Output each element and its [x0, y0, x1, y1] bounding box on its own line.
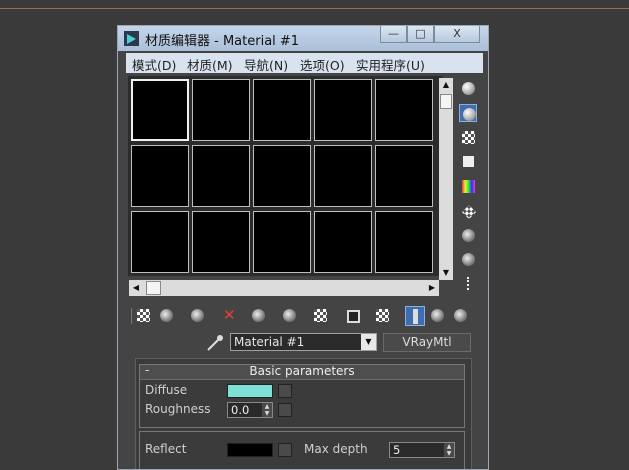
window-title: 材质编辑器 - Material #1 [145, 34, 300, 49]
sample-slot-14[interactable] [314, 211, 372, 273]
sample-slot-7[interactable] [192, 145, 250, 207]
go-forward-to-sibling-icon[interactable] [451, 306, 471, 326]
video-color-check-icon[interactable] [459, 177, 477, 195]
get-material-icon[interactable] [134, 306, 154, 326]
sample-slot-3[interactable] [253, 79, 311, 141]
sample-slot-2[interactable] [192, 79, 250, 141]
assign-to-selection-icon[interactable] [188, 306, 208, 326]
put-to-scene-icon[interactable] [157, 306, 177, 326]
chevron-down-icon[interactable]: ▼ [361, 334, 376, 350]
basic-parameters-rollout: - Basic parameters Diffuse Roughness 0.0… [139, 363, 465, 428]
toolbar-separator [131, 308, 132, 324]
material-editor-window: 材质编辑器 - Material #1 — □ X 模式(D) 材质(M) 导航… [117, 25, 489, 470]
menu-bar: 模式(D) 材质(M) 导航(N) 选项(O) 实用程序(U) [126, 53, 483, 73]
show-end-result-icon[interactable] [405, 306, 425, 326]
slots-horizontal-scrollbar[interactable]: ◀ ▶ [129, 280, 439, 296]
sample-slot-8[interactable] [253, 145, 311, 207]
max-depth-spinner[interactable]: 5 ▲ ▼ [389, 442, 455, 458]
sample-slot-13[interactable] [253, 211, 311, 273]
menu-mode[interactable]: 模式(D) [132, 55, 176, 74]
sample-slot-6[interactable] [131, 145, 189, 207]
roughness-label: Roughness [145, 402, 211, 416]
max-depth-label: Max depth [304, 442, 368, 456]
sample-slot-15[interactable] [375, 211, 433, 273]
sample-type-icon[interactable] [459, 79, 477, 97]
horizontal-scroll-thumb[interactable] [146, 281, 161, 295]
eyedropper-icon[interactable] [206, 334, 224, 352]
reflect-color-swatch[interactable] [227, 443, 273, 457]
reflect-label: Reflect [145, 442, 187, 456]
close-button[interactable]: X [434, 26, 480, 43]
spinner-arrows-icon[interactable]: ▲ ▼ [262, 403, 272, 417]
minimize-button[interactable]: — [380, 26, 407, 43]
slots-vertical-scrollbar[interactable]: ▲ ▼ [439, 78, 453, 280]
show-shaded-in-viewport-icon[interactable] [373, 306, 393, 326]
scroll-up-arrow-icon[interactable]: ▲ [439, 78, 453, 92]
copy-material-icon[interactable] [249, 306, 269, 326]
rollout-title: Basic parameters [249, 364, 355, 378]
top-divider [0, 8, 629, 9]
material-type-button[interactable]: VRayMtl [383, 333, 471, 352]
sample-slot-10[interactable] [375, 145, 433, 207]
sample-uv-icon[interactable] [459, 152, 477, 170]
menu-options[interactable]: 选项(O) [300, 55, 345, 74]
menu-utilities[interactable]: 实用程序(U) [356, 55, 425, 74]
diffuse-map-button[interactable] [278, 384, 292, 398]
make-unique-icon[interactable] [280, 306, 300, 326]
diffuse-color-swatch[interactable] [227, 384, 273, 398]
spinner-arrows-icon[interactable]: ▲ ▼ [444, 443, 454, 457]
roughness-spinner[interactable]: 0.0 ▲ ▼ [227, 402, 273, 418]
rollout-header[interactable]: - Basic parameters [140, 363, 464, 380]
roughness-value: 0.0 [231, 403, 250, 417]
diffuse-label: Diffuse [145, 383, 188, 397]
sample-slot-12[interactable] [192, 211, 250, 273]
sample-slots [128, 76, 443, 276]
sample-slot-5[interactable] [375, 79, 433, 141]
material-name-field[interactable]: Material #1 ▼ [230, 333, 377, 351]
reset-map-icon[interactable]: ✕ [219, 306, 239, 326]
scroll-right-arrow-icon[interactable]: ▶ [425, 280, 439, 296]
reflect-map-button[interactable] [278, 443, 292, 457]
sample-slot-9[interactable] [314, 145, 372, 207]
make-preview-icon[interactable] [459, 202, 477, 220]
material-id-channel-icon[interactable] [343, 306, 363, 326]
options-icon[interactable] [459, 226, 477, 244]
menu-material[interactable]: 材质(M) [187, 55, 233, 74]
sample-slot-4[interactable] [314, 79, 372, 141]
menu-navigation[interactable]: 导航(N) [244, 55, 288, 74]
roughness-map-button[interactable] [278, 403, 292, 417]
sample-slot-1[interactable] [131, 79, 189, 141]
background-checker-icon[interactable] [459, 128, 477, 146]
go-to-parent-icon[interactable] [428, 306, 448, 326]
maximize-button[interactable]: □ [407, 26, 434, 43]
sample-slot-11[interactable] [131, 211, 189, 273]
material-map-navigator-icon[interactable] [459, 274, 477, 292]
material-name-value: Material #1 [234, 335, 305, 349]
scroll-left-arrow-icon[interactable]: ◀ [129, 280, 143, 296]
select-by-material-icon[interactable] [459, 250, 477, 268]
reflection-section: Reflect Max depth 5 ▲ ▼ [139, 431, 465, 469]
max-depth-value: 5 [393, 443, 401, 457]
title-bar[interactable]: 材质编辑器 - Material #1 — □ X [118, 26, 488, 51]
vertical-scroll-thumb[interactable] [440, 94, 452, 109]
scroll-down-arrow-icon[interactable]: ▼ [439, 266, 453, 280]
put-to-library-icon[interactable] [311, 306, 331, 326]
backlight-icon[interactable] [459, 104, 477, 122]
app-icon [124, 31, 139, 46]
